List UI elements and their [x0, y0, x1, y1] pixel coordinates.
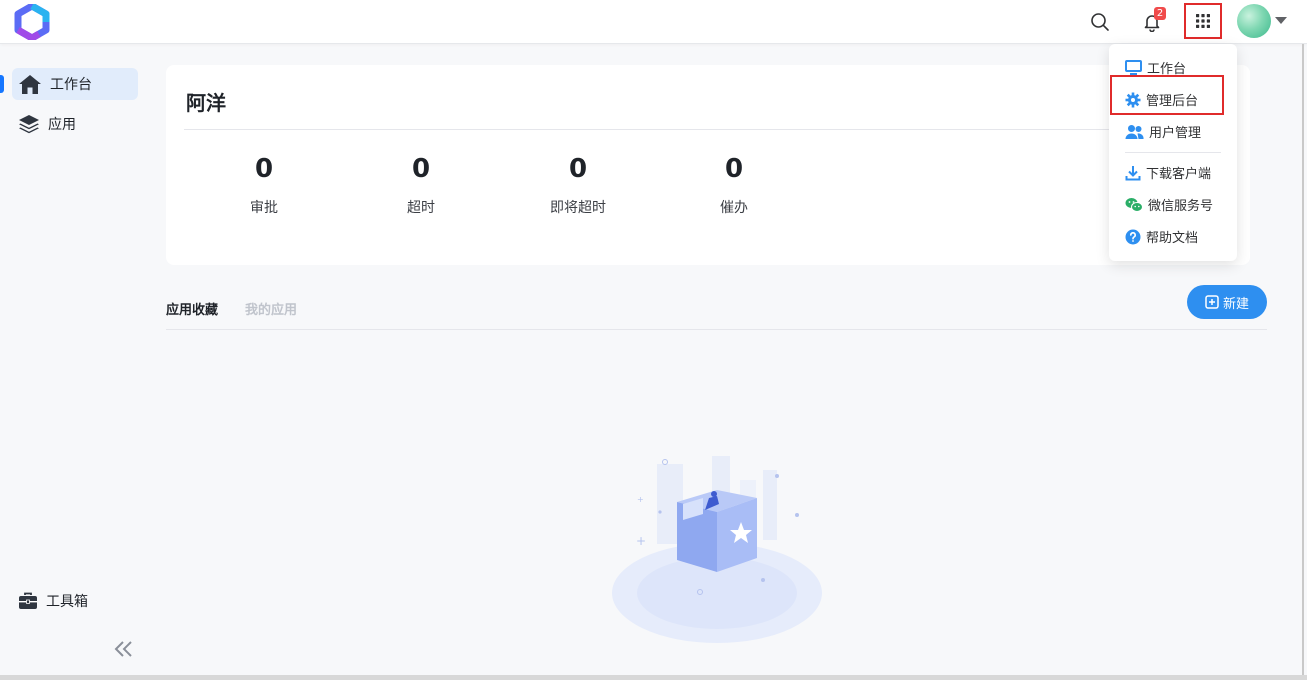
download-icon — [1125, 165, 1141, 180]
menu-item-label: 帮助文档 — [1146, 231, 1199, 246]
apps-grid-icon — [1196, 14, 1210, 28]
empty-state-illustration: + + — [612, 456, 822, 643]
stat-value: 0 — [568, 154, 588, 184]
menu-item-wechat[interactable]: 微信服务号 — [1125, 195, 1213, 214]
monitor-icon — [1125, 59, 1142, 75]
svg-text:+: + — [637, 495, 644, 504]
stat-label: 即将超时 — [550, 200, 606, 216]
tab-favorites[interactable]: 应用收藏 — [166, 299, 218, 318]
stat-overdue[interactable]: 0 超时 — [371, 153, 471, 217]
caret-down-icon[interactable] — [1275, 17, 1287, 24]
avatar[interactable] — [1237, 4, 1271, 38]
notification-badge: 2 — [1154, 7, 1166, 20]
stat-value: 0 — [254, 154, 274, 184]
home-icon — [19, 75, 41, 94]
search-button[interactable] — [1086, 8, 1114, 36]
search-icon — [1091, 13, 1109, 31]
new-button-label: 新建 — [1222, 296, 1249, 312]
stat-due-soon[interactable]: 0 即将超时 — [528, 153, 628, 217]
stat-urged[interactable]: 0 催办 — [684, 153, 784, 217]
sidebar-item-apps[interactable]: 应用 — [18, 112, 76, 136]
window-edge-bottom — [0, 675, 1307, 680]
tab-divider — [166, 329, 1267, 330]
highlight-frame — [1110, 75, 1224, 115]
menu-item-label: 微信服务号 — [1148, 199, 1214, 214]
users-icon — [1125, 124, 1144, 139]
app-logo[interactable] — [13, 4, 51, 40]
stat-label: 审批 — [250, 200, 278, 216]
toolbox-icon — [19, 592, 37, 609]
sidebar-item-workbench[interactable]: 工作台 — [12, 68, 138, 100]
top-header: 2 — [0, 0, 1307, 44]
menu-item-label: 下载客户端 — [1146, 167, 1212, 182]
sidebar-item-toolbox[interactable]: 工具箱 — [18, 589, 88, 613]
tab-my-apps[interactable]: 我的应用 — [245, 299, 297, 318]
user-name: 阿洋 — [186, 91, 226, 115]
apps-grid-button[interactable] — [1184, 3, 1222, 39]
menu-item-users[interactable]: 用户管理 — [1125, 122, 1201, 141]
summary-card: 阿洋 0 审批 0 超时 0 即将超时 0 催办 — [166, 65, 1250, 265]
layers-icon — [19, 115, 39, 134]
stat-value: 0 — [411, 154, 431, 184]
stat-label: 催办 — [720, 200, 748, 216]
stat-approval[interactable]: 0 审批 — [214, 153, 314, 217]
wechat-icon — [1125, 197, 1143, 212]
sidebar-item-label: 工作台 — [50, 77, 92, 93]
window-edge — [1302, 44, 1304, 680]
help-icon — [1125, 229, 1141, 244]
sidebar-item-label: 工具箱 — [46, 594, 88, 610]
divider — [184, 129, 1154, 130]
svg-text:+: + — [636, 534, 646, 548]
sidebar-item-label: 应用 — [48, 117, 76, 133]
double-chevron-left-icon[interactable] — [113, 639, 135, 659]
stat-label: 超时 — [407, 200, 435, 216]
menu-item-download[interactable]: 下载客户端 — [1125, 163, 1211, 182]
new-button[interactable]: 新建 — [1187, 285, 1267, 319]
menu-divider — [1125, 152, 1221, 153]
stat-value: 0 — [724, 154, 744, 184]
menu-item-label: 用户管理 — [1149, 126, 1202, 141]
active-indicator — [0, 75, 4, 93]
plus-square-icon — [1205, 295, 1219, 309]
menu-item-help[interactable]: 帮助文档 — [1125, 227, 1198, 246]
